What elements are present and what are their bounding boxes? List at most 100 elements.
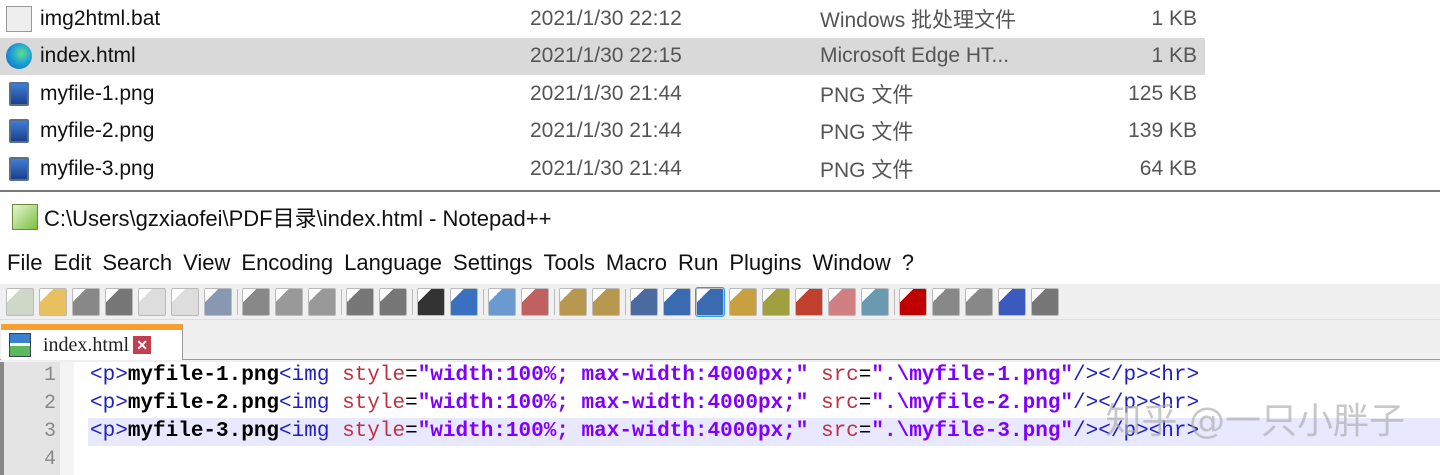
file-size: 1 KB	[1151, 6, 1197, 30]
cut-icon[interactable]	[242, 287, 270, 316]
replace-icon[interactable]	[450, 287, 478, 316]
line-number: 4	[43, 448, 56, 471]
file-list: img2html.bat 2021/1/30 22:12 Windows 批处理文件…	[0, 0, 1440, 188]
code-val: ".\myfile-2.png"	[871, 392, 1074, 415]
open-icon[interactable]	[39, 287, 67, 316]
menu-macro[interactable]: Macro	[606, 250, 667, 276]
file-row[interactable]: myfile-3.png 2021/1/30 21:44 PNG 文件 64 KB	[0, 150, 1205, 187]
line-number: 3	[43, 420, 56, 443]
tab-index-html[interactable]: index.html ✕	[1, 324, 183, 360]
paste-icon[interactable]	[308, 287, 336, 316]
file-date: 2021/1/30 21:44	[530, 156, 682, 180]
file-type: PNG 文件	[820, 83, 914, 107]
redo-icon[interactable]	[379, 287, 407, 316]
bat-file-icon	[6, 5, 32, 32]
word-wrap-icon[interactable]	[630, 287, 658, 316]
code-val: "width:100%; max-width:4000px;"	[417, 420, 809, 443]
menu-file[interactable]: File	[7, 250, 42, 276]
code-val: ".\myfile-3.png"	[871, 420, 1074, 443]
menu-encoding[interactable]: Encoding	[241, 250, 333, 276]
notepadpp-logo-icon	[12, 204, 38, 230]
tab-bar: index.html ✕	[0, 320, 1440, 360]
play-macro-icon[interactable]	[965, 287, 993, 316]
toolbar-separator	[341, 288, 342, 315]
saved-icon	[9, 333, 31, 357]
sync-horizontal-icon[interactable]	[592, 287, 620, 316]
sync-vertical-icon[interactable]	[559, 287, 587, 316]
png-file-icon	[9, 81, 29, 106]
menu-tools[interactable]: Tools	[544, 250, 595, 276]
menu-help[interactable]: ?	[902, 250, 914, 276]
window-title: C:\Users\gzxiaofei\PDF目录\index.html - No…	[44, 206, 552, 231]
close-icon[interactable]	[138, 287, 166, 316]
save-icon[interactable]	[72, 287, 100, 316]
toolbar-separator	[894, 288, 895, 315]
file-type: PNG 文件	[820, 121, 914, 144]
code-tag: /></p><hr>	[1073, 364, 1200, 387]
indent-guide-icon[interactable]	[695, 286, 725, 317]
toolbar-separator	[237, 288, 238, 315]
function-list-icon[interactable]	[795, 287, 823, 316]
code-txt: myfile-2.png	[127, 392, 280, 415]
menu-view[interactable]: View	[183, 250, 230, 276]
run-macro-multiple-icon[interactable]	[998, 287, 1026, 316]
code-eq: =	[858, 364, 872, 387]
menu-settings[interactable]: Settings	[453, 250, 533, 276]
monitoring-icon[interactable]	[861, 287, 889, 316]
file-row[interactable]: img2html.bat 2021/1/30 22:12 Windows 批处理文件…	[0, 0, 1205, 37]
new-icon[interactable]	[6, 287, 34, 316]
code-line[interactable]: <p>myfile-1.png<img style="width:100%; m…	[88, 362, 1440, 390]
code-val: ".\myfile-1.png"	[871, 364, 1074, 387]
code-val: "width:100%; max-width:4000px;"	[417, 392, 809, 415]
menu-search[interactable]: Search	[102, 250, 172, 276]
code-txt: myfile-3.png	[127, 420, 280, 443]
find-icon[interactable]	[417, 287, 445, 316]
watermark: 知乎 @一只小胖子	[1105, 401, 1405, 442]
toolbar	[0, 284, 1440, 320]
doc-map-icon[interactable]	[762, 287, 790, 316]
menu-bar: File Edit Search View Encoding Language Settin…	[0, 242, 1440, 284]
code-att: style	[342, 420, 406, 443]
close-tab-icon[interactable]: ✕	[133, 336, 152, 354]
menu-language[interactable]: Language	[344, 250, 442, 276]
file-date: 2021/1/30 22:15	[530, 44, 682, 67]
show-all-chars-icon[interactable]	[663, 287, 691, 316]
file-row[interactable]: myfile-1.png 2021/1/30 21:44 PNG 文件 125 KB	[0, 75, 1205, 112]
undo-icon[interactable]	[346, 287, 374, 316]
tab-label: index.html	[43, 333, 130, 356]
menu-run[interactable]: Run	[678, 250, 718, 276]
zoom-out-icon[interactable]	[521, 287, 549, 316]
code-att: src	[808, 364, 859, 387]
udl-icon[interactable]	[729, 287, 757, 316]
folder-as-workspace-icon[interactable]	[828, 287, 856, 316]
line-number: 1	[43, 364, 56, 387]
print-icon[interactable]	[204, 287, 232, 316]
file-row[interactable]: myfile-2.png 2021/1/30 21:44 PNG 文件 139 KB	[0, 113, 1205, 150]
file-row[interactable]: index.html 2021/1/30 22:15 Microsoft Edge …	[0, 37, 1205, 75]
menu-edit[interactable]: Edit	[53, 250, 91, 276]
code-txt: myfile-1.png	[127, 364, 280, 387]
code-tag: <img	[279, 392, 343, 415]
stop-record-icon[interactable]	[932, 287, 960, 316]
file-name: myfile-2.png	[40, 119, 155, 142]
edge-icon	[6, 43, 32, 69]
menu-plugins[interactable]: Plugins	[729, 250, 801, 276]
code-eq: =	[405, 364, 418, 387]
file-size: 1 KB	[1151, 44, 1197, 67]
code-tag: <p>	[90, 420, 128, 443]
code-att: style	[342, 364, 406, 387]
file-name: img2html.bat	[40, 6, 161, 30]
code-line[interactable]	[88, 446, 1440, 474]
file-name: myfile-1.png	[40, 81, 155, 105]
save-all-icon[interactable]	[105, 287, 133, 316]
code-tag: <img	[279, 364, 343, 387]
code-tag: <img	[279, 420, 343, 443]
file-name: index.html	[40, 44, 136, 67]
record-macro-icon[interactable]	[899, 287, 927, 316]
zoom-in-icon[interactable]	[488, 287, 516, 316]
file-type: Windows 批处理文件	[820, 8, 1017, 32]
save-macro-icon[interactable]	[1031, 287, 1059, 316]
menu-window[interactable]: Window	[813, 250, 891, 276]
copy-icon[interactable]	[275, 287, 303, 316]
close-all-icon[interactable]	[171, 287, 199, 316]
